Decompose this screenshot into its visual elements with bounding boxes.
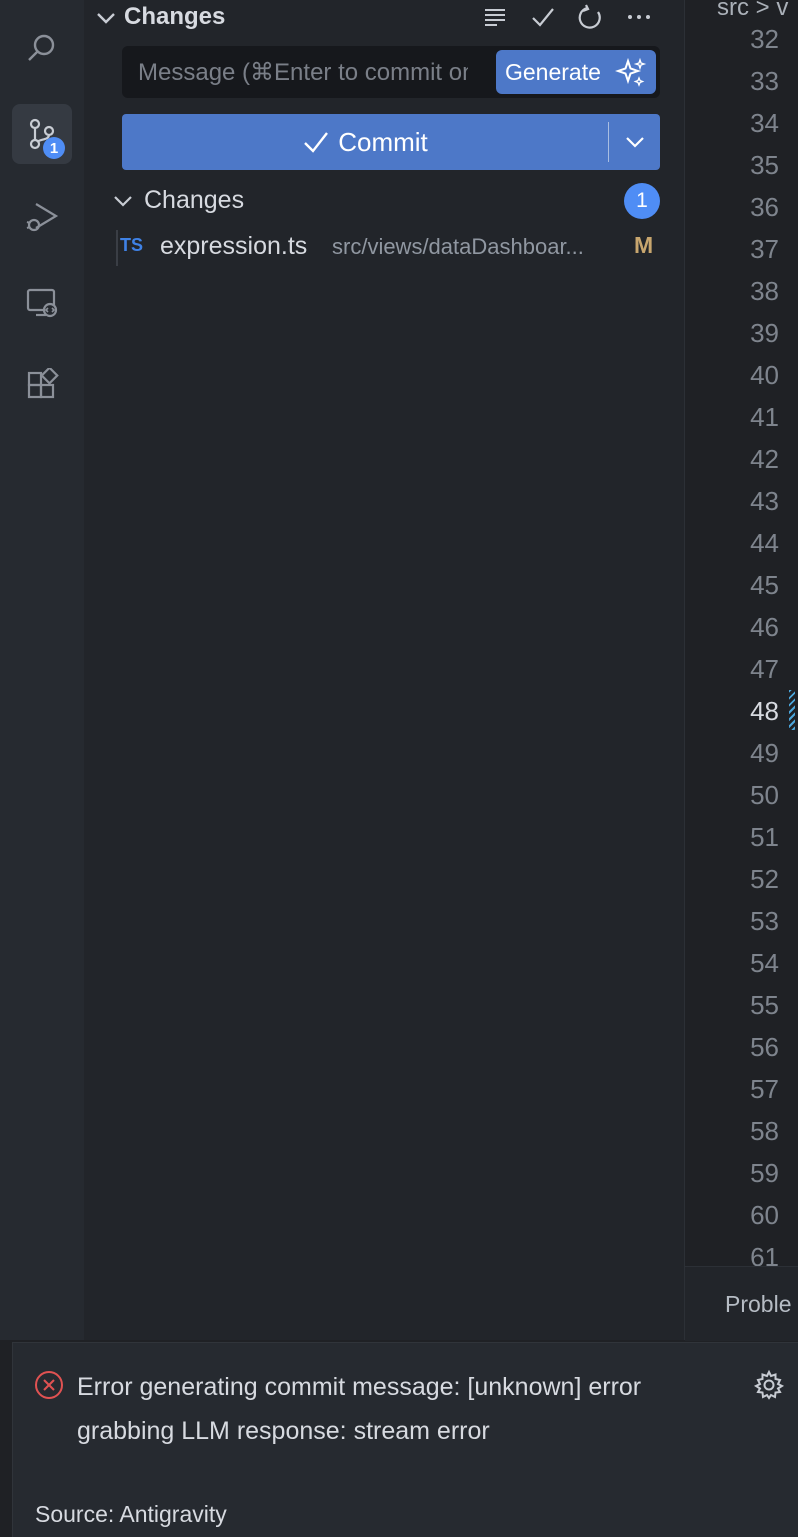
remote-explorer-icon[interactable] <box>12 272 72 332</box>
line-number: 56 <box>750 1032 779 1062</box>
line-number: 60 <box>750 1200 779 1230</box>
line-number: 44 <box>750 528 779 558</box>
error-icon <box>35 1371 63 1399</box>
chevron-down-icon <box>625 137 644 148</box>
activity-bar: 1 <box>0 0 84 1340</box>
typescript-file-icon: TS <box>120 235 144 255</box>
generate-label: Generate <box>505 59 601 85</box>
tab-problems[interactable]: Proble <box>725 1291 791 1318</box>
sparkle-icon <box>615 57 647 87</box>
line-number: 54 <box>750 948 779 978</box>
generate-button[interactable]: Generate <box>496 50 656 94</box>
line-number: 38 <box>750 276 779 306</box>
refresh-icon[interactable] <box>576 2 606 32</box>
changes-group-label: Changes <box>144 186 245 214</box>
gear-icon[interactable] <box>753 1369 785 1401</box>
line-number: 49 <box>750 738 779 768</box>
line-number: 32 <box>750 24 779 54</box>
line-number: 50 <box>750 780 779 810</box>
line-number: 33 <box>750 66 779 96</box>
changes-group-header[interactable]: Changes 1 <box>104 182 664 220</box>
view-as-list-icon[interactable] <box>480 2 510 32</box>
line-number: 40 <box>750 360 779 390</box>
line-number: 42 <box>750 444 779 474</box>
editor-area: src > v 32 33 34 35 36 37 38 39 40 41 42 43 44 45 46 47… <box>684 0 798 1341</box>
chevron-down-icon <box>114 196 132 207</box>
line-number: 52 <box>750 864 779 894</box>
commit-message-input[interactable] <box>136 56 470 90</box>
panel-header: Changes <box>84 0 684 36</box>
check-icon <box>304 132 329 153</box>
line-number: 58 <box>750 1116 779 1146</box>
line-number: 39 <box>750 318 779 348</box>
more-icon[interactable] <box>624 2 654 32</box>
list-item[interactable]: TS expression.ts src/views/dataDashboar.… <box>114 226 674 266</box>
commit-message-box: Generate <box>122 46 660 98</box>
notification-source: Source: Antigravity <box>35 1501 227 1527</box>
commit-label: Commit <box>338 126 428 157</box>
line-number: 46 <box>750 612 779 642</box>
commit-button[interactable]: Commit <box>122 114 608 170</box>
line-number: 51 <box>750 822 779 852</box>
panel-title[interactable]: Changes <box>124 3 225 31</box>
notification-message: Error generating commit message: [unknow… <box>77 1373 642 1445</box>
line-number: 41 <box>750 402 779 432</box>
commit-dropdown-button[interactable] <box>609 114 660 170</box>
file-name: expression.ts <box>160 232 308 260</box>
source-control-icon[interactable]: 1 <box>12 104 72 164</box>
source-control-panel: Changes Generate Commit Chang <box>84 0 684 1340</box>
line-number: 48 <box>750 696 779 726</box>
line-number: 37 <box>750 234 779 264</box>
file-status: M <box>634 232 654 258</box>
file-path: src/views/dataDashboar... <box>332 234 584 259</box>
extensions-icon[interactable] <box>12 356 72 416</box>
chevron-down-icon[interactable] <box>94 6 118 30</box>
panel-tabs: Proble <box>685 1266 798 1341</box>
line-number: 36 <box>750 192 779 222</box>
line-number: 55 <box>750 990 779 1020</box>
line-number: 35 <box>750 150 779 180</box>
source-control-badge: 1 <box>43 137 65 159</box>
dirty-diff-indicator[interactable] <box>789 690 795 730</box>
indent-guide <box>116 230 118 266</box>
line-number: 47 <box>750 654 779 684</box>
line-number: 59 <box>750 1158 779 1188</box>
line-number: 53 <box>750 906 779 936</box>
changes-count-badge: 1 <box>624 183 660 219</box>
line-number: 34 <box>750 108 779 138</box>
commit-button-group: Commit <box>122 114 660 170</box>
check-icon[interactable] <box>528 2 558 32</box>
search-icon[interactable] <box>12 18 72 78</box>
notification-toast: Error generating commit message: [unknow… <box>12 1342 798 1537</box>
line-number: 57 <box>750 1074 779 1104</box>
line-number: 43 <box>750 486 779 516</box>
breadcrumb[interactable]: src > v <box>717 0 788 22</box>
line-number: 45 <box>750 570 779 600</box>
run-debug-icon[interactable] <box>12 186 72 246</box>
